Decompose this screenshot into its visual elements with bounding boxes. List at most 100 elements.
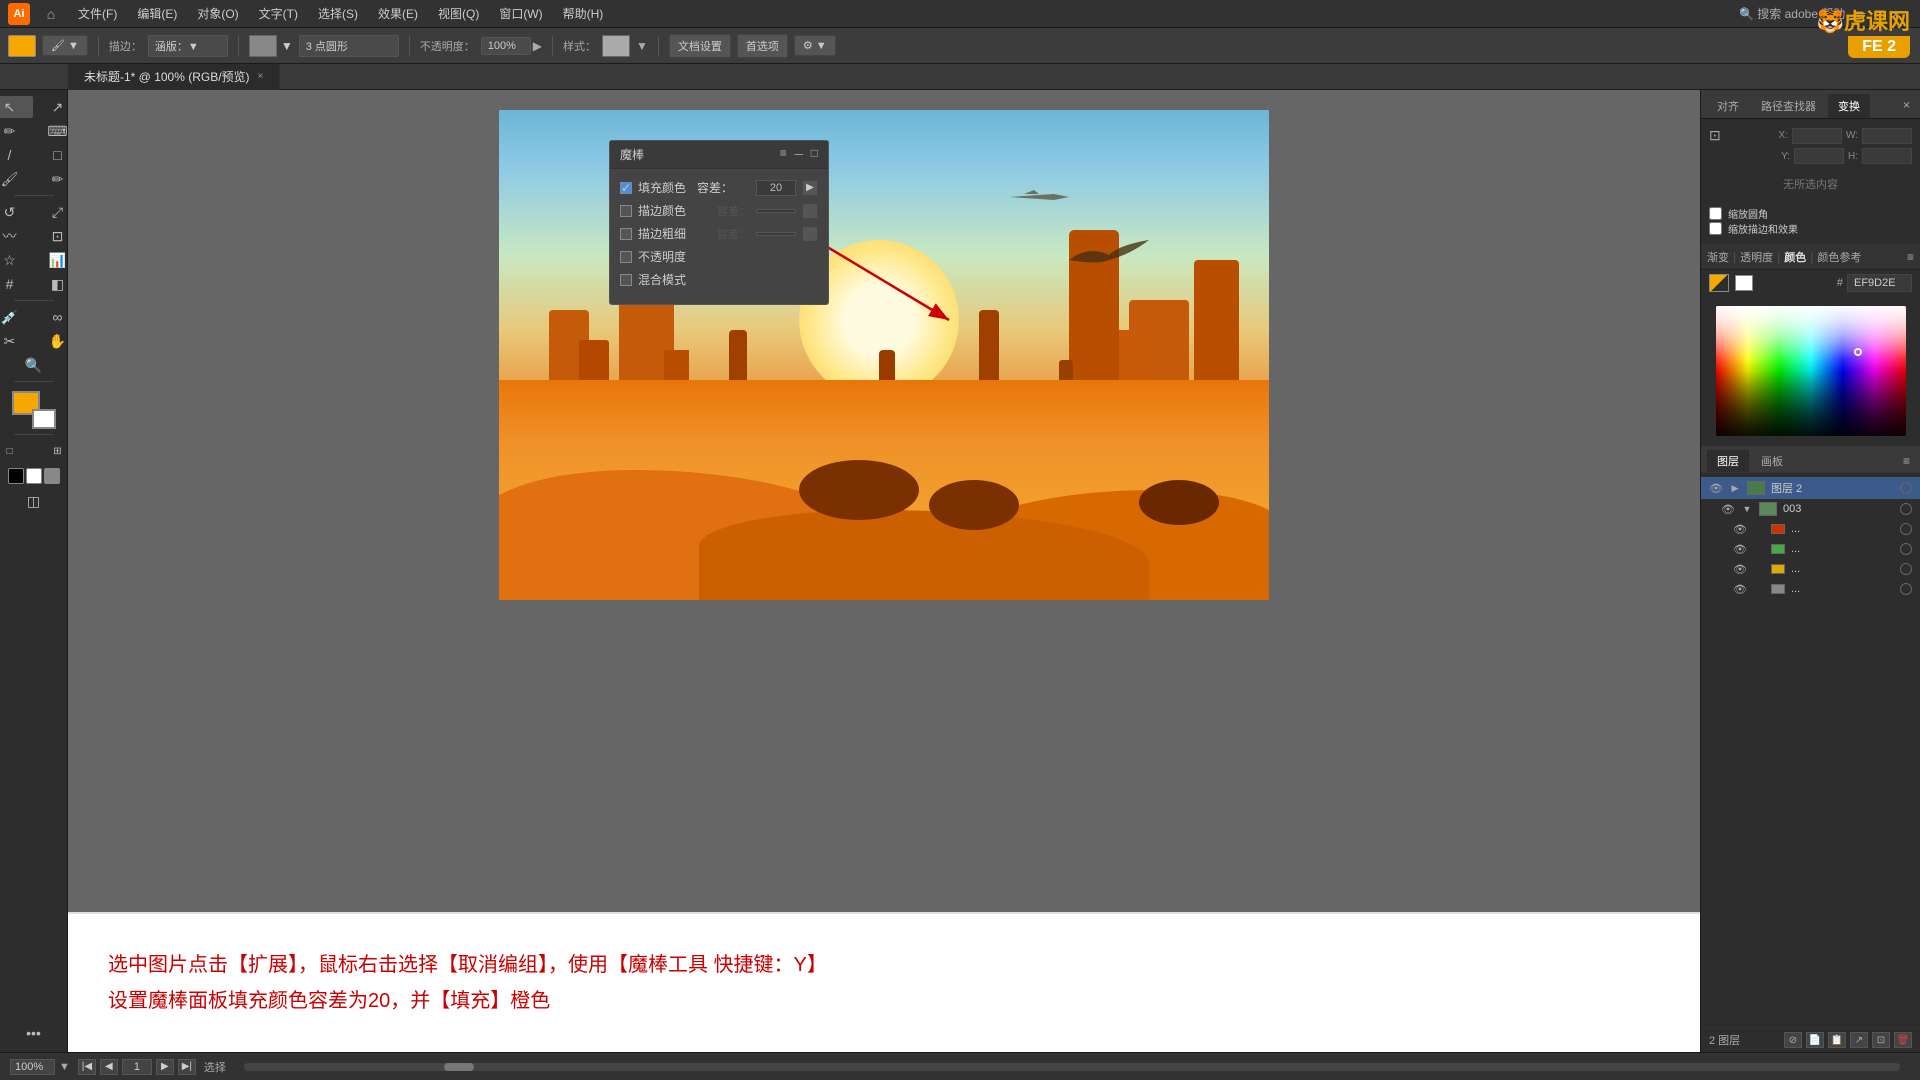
menu-effect[interactable]: 效果(E) xyxy=(370,3,426,24)
stroke-tolerance-btn[interactable]: ▶ xyxy=(802,203,818,219)
stroke-width-value[interactable] xyxy=(756,232,796,236)
layers-tab-btn[interactable]: 图层 xyxy=(1707,450,1749,472)
stroke-tolerance-value[interactable] xyxy=(756,209,796,213)
search-icon[interactable]: 🔍 搜索 adobe 帮助 xyxy=(1739,5,1845,22)
blend-checkbox[interactable] xyxy=(620,274,632,286)
sub-gray-circle[interactable] xyxy=(1900,583,1912,595)
brush-mode-btn[interactable]: 🖌 ▼ xyxy=(42,35,88,56)
view-mode-btn[interactable]: ◫ xyxy=(11,490,57,512)
sub-green-visibility[interactable]: 👁 xyxy=(1733,542,1747,556)
canvas-area[interactable]: 魔棒 ≡ － □ ✓ 填充颜色 容差： 20 xyxy=(68,90,1700,1052)
sub-layer-gray[interactable]: 👁 ... xyxy=(1701,579,1920,599)
move-selection-btn[interactable]: ↗ xyxy=(1850,1032,1868,1048)
zoom-tool[interactable]: 🔍 xyxy=(11,354,57,376)
color-picker-dot[interactable] xyxy=(1854,348,1862,356)
sub-layer-yellow[interactable]: 👁 ... xyxy=(1701,559,1920,579)
sub-gray-visibility[interactable]: 👁 xyxy=(1733,582,1747,596)
transform-tab[interactable]: 变换 xyxy=(1828,94,1870,118)
pen-tool[interactable]: ✏ xyxy=(0,120,33,142)
magic-panel-max[interactable]: □ xyxy=(811,146,818,163)
menu-help[interactable]: 帮助(H) xyxy=(555,3,612,24)
layer-003-expand[interactable]: ▼ xyxy=(1741,503,1753,515)
prefs-dropdown-btn[interactable]: ⚙ ▼ xyxy=(794,35,836,56)
zoom-input[interactable]: 100% xyxy=(10,1059,55,1075)
stroke-width-checkbox[interactable] xyxy=(620,228,632,240)
more-tools-btn[interactable]: ••• xyxy=(11,1022,57,1044)
artboard-tab-btn[interactable]: 画板 xyxy=(1751,450,1793,472)
stroke-color-swatch[interactable] xyxy=(249,35,277,57)
sub-yellow-expand[interactable] xyxy=(1753,563,1765,575)
bg-color-swatch[interactable] xyxy=(1735,275,1753,291)
layer-2-circle[interactable] xyxy=(1900,482,1912,494)
menu-text[interactable]: 文字(T) xyxy=(251,3,306,24)
sub-layer-green[interactable]: 👁 ... xyxy=(1701,539,1920,559)
transparency-tab[interactable]: 透明度 xyxy=(1740,249,1773,265)
magic-panel-title-bar[interactable]: 魔棒 ≡ － □ xyxy=(610,141,828,169)
sub-red-expand[interactable] xyxy=(1753,523,1765,535)
delete-layer-btn[interactable]: 🗑 xyxy=(1894,1032,1912,1048)
color-active-tab[interactable]: 颜色 xyxy=(1784,249,1806,265)
menu-object[interactable]: 对象(O) xyxy=(189,3,246,24)
point-select[interactable]: 3 点圆形 xyxy=(299,35,399,57)
background-color[interactable] xyxy=(32,409,56,429)
layer-003-item[interactable]: 👁 ▼ 003 xyxy=(1701,499,1920,519)
menu-edit[interactable]: 编辑(E) xyxy=(129,3,185,24)
maximize-icon[interactable]: □ xyxy=(1875,6,1883,22)
style-swatch[interactable] xyxy=(602,35,630,57)
color-wheel[interactable] xyxy=(1716,306,1906,436)
gray-swatch[interactable] xyxy=(44,468,60,484)
eyedropper-tool[interactable]: 💉 xyxy=(0,306,33,328)
color-tab[interactable]: 渐变 xyxy=(1707,249,1729,265)
sub-red-circle[interactable] xyxy=(1900,523,1912,535)
transform-y[interactable] xyxy=(1794,148,1844,164)
sub-green-circle[interactable] xyxy=(1900,543,1912,555)
sub-green-expand[interactable] xyxy=(1753,543,1765,555)
brush-select[interactable]: 涵版：▼ xyxy=(148,35,228,57)
prev-page-btn[interactable]: ◀ xyxy=(100,1059,118,1075)
magic-panel-close[interactable]: － xyxy=(793,146,805,163)
tab-close-btn[interactable]: × xyxy=(258,71,264,82)
scissors-tool[interactable]: ✂ xyxy=(0,330,33,352)
page-input[interactable]: 1 xyxy=(122,1059,152,1075)
opacity-input[interactable] xyxy=(481,37,531,55)
sub-yellow-visibility[interactable]: 👁 xyxy=(1733,562,1747,576)
selection-tool[interactable]: ↖ xyxy=(0,96,33,118)
opacity-dropdown[interactable]: ▶ xyxy=(533,39,542,53)
new-layer-btn[interactable]: 📄 xyxy=(1806,1032,1824,1048)
scale-stroke-checkbox[interactable] xyxy=(1709,222,1722,235)
rotate-tool[interactable]: ↺ xyxy=(0,201,33,223)
new-sublayer-btn[interactable]: 📋 xyxy=(1828,1032,1846,1048)
home-icon[interactable]: ⌂ xyxy=(40,3,62,25)
layer-2-item[interactable]: 👁 ▶ 图层 2 xyxy=(1701,477,1920,499)
menu-view[interactable]: 视图(Q) xyxy=(430,3,487,24)
preferences-btn[interactable]: 首选项 xyxy=(737,34,788,58)
status-scrollbar[interactable] xyxy=(244,1063,1900,1071)
menu-select[interactable]: 选择(S) xyxy=(310,3,366,24)
sub-yellow-circle[interactable] xyxy=(1900,563,1912,575)
paintbrush-tool[interactable]: 🖌 xyxy=(0,168,33,190)
fill-tolerance-up[interactable]: ▶ xyxy=(802,180,818,196)
first-page-btn[interactable]: |◀ xyxy=(78,1059,96,1075)
color-menu-btn[interactable]: ≡ xyxy=(1907,250,1914,264)
sub-layer-red[interactable]: 👁 ... xyxy=(1701,519,1920,539)
minimize-icon[interactable]: － xyxy=(1853,4,1867,24)
normal-mode-btn[interactable]: □ xyxy=(0,440,33,462)
close-icon[interactable]: × xyxy=(1892,6,1900,22)
scale-corners-checkbox[interactable] xyxy=(1709,207,1722,220)
last-page-btn[interactable]: ▶| xyxy=(178,1059,196,1075)
hex-color-input[interactable]: EF9D2E xyxy=(1847,274,1912,292)
menu-window[interactable]: 窗口(W) xyxy=(491,3,550,24)
mesh-tool[interactable]: # xyxy=(0,273,33,295)
color-ref-tab[interactable]: 颜色参考 xyxy=(1817,249,1861,265)
fill-color-checkbox[interactable]: ✓ xyxy=(620,182,632,194)
stroke-color-checkbox[interactable] xyxy=(620,205,632,217)
transform-w[interactable] xyxy=(1862,128,1912,144)
sub-red-visibility[interactable]: 👁 xyxy=(1733,522,1747,536)
line-tool[interactable]: / xyxy=(0,144,33,166)
black-swatch[interactable] xyxy=(8,468,24,484)
doc-settings-btn[interactable]: 文档设置 xyxy=(669,34,731,58)
align-tab[interactable]: 对齐 xyxy=(1707,94,1749,118)
menu-file[interactable]: 文件(F) xyxy=(70,3,125,24)
transform-h[interactable] xyxy=(1862,148,1912,164)
magic-panel-menu[interactable]: ≡ xyxy=(780,146,787,163)
